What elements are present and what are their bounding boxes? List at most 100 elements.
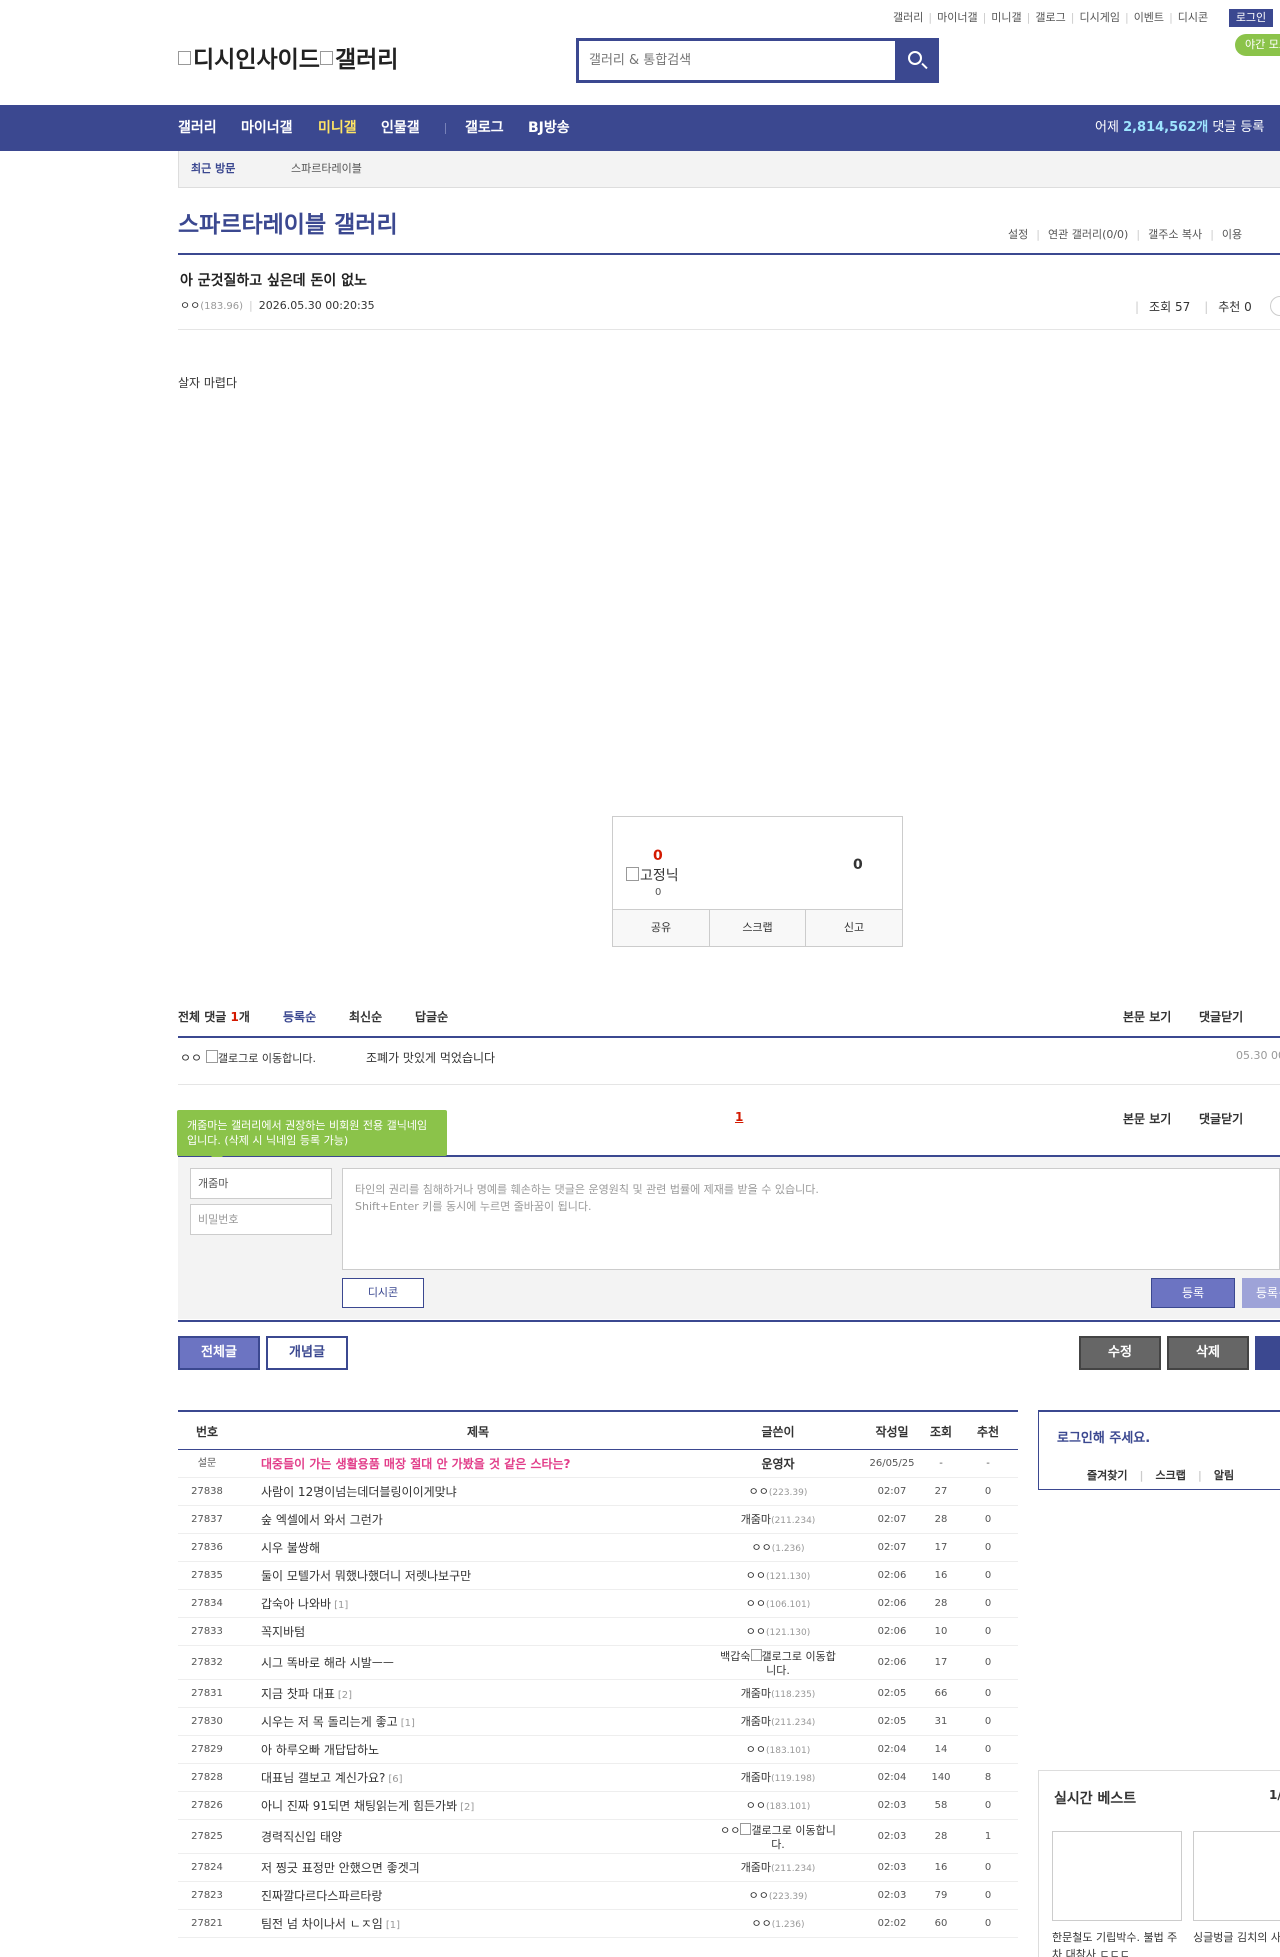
best-thumbnail[interactable] bbox=[1052, 1831, 1182, 1921]
row-title[interactable]: 경력직신입 태양 bbox=[261, 1820, 342, 1854]
table-row[interactable]: 27831 지금 찻파 대표 [2] 개줌마(118.235) 02:05 66 0 bbox=[178, 1680, 1018, 1708]
night-mode-button[interactable]: 야간 모드 bbox=[1235, 34, 1280, 56]
row-title[interactable]: 둘이 모텔가서 뭐했나했더니 저렛나보구만 bbox=[261, 1562, 471, 1590]
row-title[interactable]: 저 찡긋 표정만 안했으면 좋겟긔 bbox=[261, 1854, 420, 1882]
row-title[interactable]: 시우는 저 목 돌리는게 좋고 [1] bbox=[261, 1708, 415, 1738]
table-row[interactable]: 27834 갑숙아 나와바 [1] ㅇㅇ(106.101) 02:06 28 0 bbox=[178, 1590, 1018, 1618]
row-writer[interactable]: ㅇㅇ(1.236) bbox=[718, 1534, 838, 1563]
top-link-mini[interactable]: 미니갤 bbox=[991, 11, 1021, 24]
row-writer[interactable]: ㅇㅇ(1.236) bbox=[718, 1910, 838, 1939]
submit-recommend-button[interactable]: 등록+추천 bbox=[1242, 1278, 1280, 1308]
close-comments-button[interactable]: 댓글닫기 bbox=[1199, 1008, 1243, 1025]
gallery-settings[interactable]: 설정 bbox=[1008, 228, 1028, 241]
comment-writer[interactable]: ㅇㅇ 갤로그로 이동합니다. bbox=[180, 1049, 316, 1066]
row-writer[interactable]: ㅇㅇ(121.130) bbox=[718, 1562, 838, 1591]
row-title[interactable]: 대표님 갤보고 계신가요? [6] bbox=[261, 1764, 403, 1794]
delete-button[interactable]: 삭제 bbox=[1167, 1336, 1249, 1370]
row-title[interactable]: 꼭지바텀 bbox=[261, 1618, 305, 1646]
row-title[interactable]: 시우 불쌍해 bbox=[261, 1534, 320, 1562]
table-row[interactable]: 27829 아 하루오빠 개답답하노 ㅇㅇ(183.101) 02:04 14 0 bbox=[178, 1736, 1018, 1764]
best-caption[interactable]: 싱글벙글 김치의 사실.png bbox=[1193, 1929, 1280, 1946]
search-button[interactable] bbox=[895, 38, 939, 83]
table-row[interactable]: 27836 시우 불쌍해 ㅇㅇ(1.236) 02:07 17 0 bbox=[178, 1534, 1018, 1562]
nav-bj-broadcast[interactable]: BJ방송 bbox=[528, 105, 570, 151]
table-row[interactable]: 27838 사람이 12명이넘는데더블링이이게맞냐 ㅇㅇ(223.39) 02:07 2… bbox=[178, 1478, 1018, 1506]
write-button[interactable] bbox=[1255, 1336, 1280, 1370]
recommend-up-count[interactable]: 0 bbox=[653, 848, 663, 864]
nav-minor-gallery[interactable]: 마이너갤 bbox=[241, 105, 293, 151]
submit-button[interactable]: 등록 bbox=[1151, 1278, 1235, 1308]
row-writer[interactable]: 개줌마(119.198) bbox=[718, 1764, 838, 1793]
copy-address[interactable]: 갤주소 복사 bbox=[1148, 228, 1202, 241]
row-title[interactable]: 진짜깔다르다스파르타랑 bbox=[261, 1882, 382, 1910]
sort-replies[interactable]: 답글순 bbox=[415, 1008, 448, 1025]
row-title[interactable]: 대중들이 가는 생활용품 매장 절대 안 가봤을 것 같은 스타는? bbox=[261, 1450, 571, 1478]
edit-button[interactable]: 수정 bbox=[1079, 1336, 1161, 1370]
table-row[interactable]: 27830 시우는 저 목 돌리는게 좋고 [1] 개줌마(211.234) 02:05… bbox=[178, 1708, 1018, 1736]
alarm-link[interactable]: 알림 bbox=[1214, 1469, 1234, 1482]
row-writer[interactable]: 개줌마(211.234) bbox=[718, 1708, 838, 1737]
table-row[interactable]: 27821 팀전 넘 차이나서 ㄴㅈ임 [1] ㅇㅇ(1.236) 02:02 60 0 bbox=[178, 1910, 1018, 1938]
top-link-dccon[interactable]: 디시콘 bbox=[1178, 11, 1208, 24]
share-button[interactable]: 공유 bbox=[613, 910, 709, 946]
concept-posts-button[interactable]: 개념글 bbox=[266, 1336, 348, 1370]
table-row[interactable]: 27828 대표님 갤보고 계신가요? [6] 개줌마(119.198) 02:04 14… bbox=[178, 1764, 1018, 1792]
table-row[interactable]: 27823 진짜깔다르다스파르타랑 ㅇㅇ(223.39) 02:03 79 0 bbox=[178, 1882, 1018, 1910]
comment-textarea[interactable]: 타인의 권리를 침해하거나 명예를 훼손하는 댓글은 운영원칙 및 관련 법률에… bbox=[342, 1168, 1280, 1270]
sort-latest[interactable]: 최신순 bbox=[349, 1008, 382, 1025]
sort-registered[interactable]: 등록순 bbox=[283, 1008, 316, 1025]
recent-visit-item[interactable]: 스파르타레이블 bbox=[291, 151, 362, 187]
nickname-input[interactable]: 개줌마 bbox=[190, 1168, 332, 1199]
nav-person-gallery[interactable]: 인물갤 bbox=[381, 105, 420, 151]
recommend-down-count[interactable]: 0 bbox=[853, 857, 863, 873]
row-title[interactable]: 사람이 12명이넘는데더블링이이게맞냐 bbox=[261, 1478, 457, 1506]
row-title[interactable]: 아니 진짜 91되면 채팅읽는게 힘든가봐 [2] bbox=[261, 1792, 474, 1822]
row-title[interactable]: 팀전 넘 차이나서 ㄴㅈ임 [1] bbox=[261, 1910, 400, 1940]
view-post-button[interactable]: 본문 보기 bbox=[1123, 1110, 1171, 1127]
password-input[interactable]: 비밀번호 bbox=[190, 1204, 332, 1235]
all-posts-button[interactable]: 전체글 bbox=[178, 1336, 260, 1370]
row-title[interactable]: 아 하루오빠 개답답하노 bbox=[261, 1736, 379, 1764]
row-title[interactable]: 갑숙아 나와바 [1] bbox=[261, 1590, 348, 1620]
row-writer[interactable]: ㅇㅇ(223.39) bbox=[718, 1882, 838, 1911]
nav-gallog[interactable]: 갤로그 bbox=[465, 105, 504, 151]
top-link-event[interactable]: 이벤트 bbox=[1134, 11, 1164, 24]
nav-mini-gallery[interactable]: 미니갤 bbox=[318, 105, 357, 151]
writer-nick[interactable]: ㅇㅇ bbox=[180, 299, 200, 312]
scrap-link[interactable]: 스크랩 bbox=[1156, 1469, 1186, 1482]
dccon-button[interactable]: 디시콘 bbox=[342, 1278, 424, 1308]
table-row[interactable]: 27826 아니 진짜 91되면 채팅읽는게 힘든가봐 [2] ㅇㅇ(183.101)… bbox=[178, 1792, 1018, 1820]
row-writer[interactable]: 개줌마(211.234) bbox=[718, 1854, 838, 1883]
report-button[interactable]: 신고 bbox=[805, 910, 902, 946]
recent-visit-label[interactable]: 최근 방문 bbox=[191, 151, 235, 187]
row-writer[interactable]: ㅇㅇ 갤로그로 이동합니다. bbox=[718, 1823, 838, 1852]
row-writer[interactable]: ㅇㅇ(121.130) bbox=[718, 1618, 838, 1647]
nav-gallery[interactable]: 갤러리 bbox=[178, 105, 217, 151]
gallery-title[interactable]: 스파르타레이블 갤러리 bbox=[178, 205, 398, 239]
top-link-gallog[interactable]: 갤로그 bbox=[1035, 11, 1065, 24]
more-options-button[interactable] bbox=[1270, 296, 1280, 316]
favorites-link[interactable]: 즐겨찾기 bbox=[1087, 1469, 1127, 1482]
top-link-minor[interactable]: 마이너갤 bbox=[937, 11, 977, 24]
row-title[interactable]: 시그 똑바로 해라 시발ㅡㅡ bbox=[261, 1646, 394, 1680]
row-writer[interactable]: ㅇㅇ(223.39) bbox=[718, 1478, 838, 1507]
scrap-button[interactable]: 스크랩 bbox=[709, 910, 805, 946]
view-post-button[interactable]: 본문 보기 bbox=[1123, 1008, 1171, 1025]
search-input[interactable] bbox=[579, 41, 897, 80]
login-button[interactable]: 로그인 bbox=[1229, 9, 1273, 27]
table-row[interactable]: 27825 경력직신입 태양 ㅇㅇ 갤로그로 이동합니다. 02:03 28 1 bbox=[178, 1820, 1018, 1854]
table-row[interactable]: 27835 둘이 모텔가서 뭐했나했더니 저렛나보구만 ㅇㅇ(121.130) 02:… bbox=[178, 1562, 1018, 1590]
row-title[interactable]: 숲 엑셀에서 와서 그런가 bbox=[261, 1506, 383, 1534]
gallery-usage[interactable]: 이용 bbox=[1222, 228, 1242, 241]
row-writer[interactable]: ㅇㅇ(183.101) bbox=[718, 1736, 838, 1765]
best-caption[interactable]: 한문철도 기립박수. 불법 주차 대참사 ㄷㄷㄷ bbox=[1052, 1929, 1187, 1957]
table-row[interactable]: 27824 저 찡긋 표정만 안했으면 좋겟긔 개줌마(211.234) 02:03 1… bbox=[178, 1854, 1018, 1882]
best-thumbnail[interactable] bbox=[1193, 1831, 1280, 1921]
login-prompt[interactable]: 로그인해 주세요. bbox=[1057, 1427, 1150, 1446]
notice-row[interactable]: 설문 대중들이 가는 생활용품 매장 절대 안 가봤을 것 같은 스타는? 운영… bbox=[178, 1450, 1018, 1478]
row-writer[interactable]: 개줌마(118.235) bbox=[718, 1680, 838, 1709]
row-writer[interactable]: 백갑숙 갤로그로 이동합니다. bbox=[718, 1649, 838, 1678]
related-galleries[interactable]: 연관 갤러리(0/0) bbox=[1048, 228, 1128, 241]
row-writer[interactable]: ㅇㅇ(106.101) bbox=[718, 1590, 838, 1619]
table-row[interactable]: 27832 시그 똑바로 해라 시발ㅡㅡ 백갑숙 갤로그로 이동합니다. 02:06 17… bbox=[178, 1646, 1018, 1680]
